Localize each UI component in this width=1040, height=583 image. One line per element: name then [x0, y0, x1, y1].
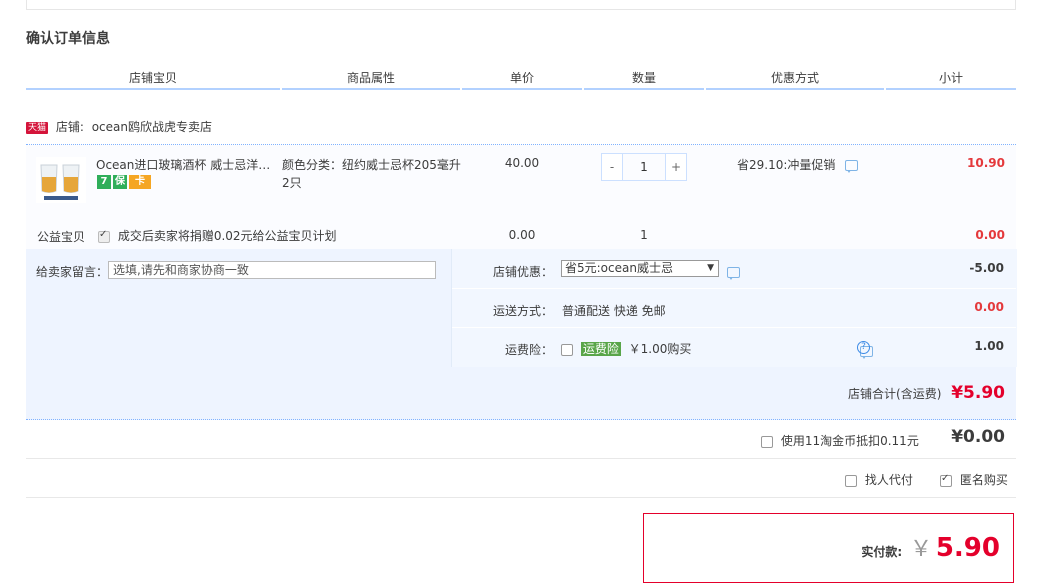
header-unit-price: 单价	[509, 71, 534, 85]
guarantee-icon[interactable]: 保	[113, 175, 127, 189]
shop-total-label: 店铺合计(含运费)	[848, 387, 942, 401]
credit-card-icon[interactable]: 卡	[129, 175, 151, 189]
discount-label: 省29.10:冲量促销	[737, 158, 836, 172]
header-discount: 优惠方式	[770, 71, 819, 85]
insurance-option: 运费险 ￥1.00购买	[561, 340, 691, 357]
quantity-increase-button[interactable]: +	[666, 154, 686, 180]
product-thumbnail[interactable]	[36, 157, 86, 203]
discount-text: 省29.10:冲量促销	[737, 156, 859, 173]
shop-total: 店铺合计(含运费) ¥5.90	[700, 383, 1005, 403]
insurance-checkbox[interactable]	[561, 343, 573, 356]
shipping-label: 运送方式：	[493, 304, 554, 318]
dropdown-arrow-icon: ▼	[707, 263, 714, 273]
message-label: 给卖家留言：	[36, 265, 109, 279]
row-divider	[452, 288, 1016, 289]
payment-currency: ￥	[910, 537, 933, 562]
chat-icon[interactable]	[727, 267, 740, 280]
shop-row: 天猫 店铺: ocean鸥欣战虎专卖店	[26, 118, 212, 135]
proxy-pay-checkbox[interactable]	[845, 474, 857, 487]
coins-label: 使用11淘金币抵扣0.11元	[780, 434, 919, 448]
divider	[26, 458, 1016, 459]
header-separator	[704, 88, 706, 90]
anonymous-checkbox[interactable]	[940, 473, 952, 487]
shop-label: 店铺:	[55, 120, 84, 134]
charity-price: 0.00	[508, 228, 536, 242]
coins-option: 使用11淘金币抵扣0.11元	[761, 432, 919, 449]
insurance-tag: 运费险	[580, 342, 621, 356]
coins-checkbox[interactable]	[761, 435, 773, 448]
seven-day-return-icon[interactable]: 7	[97, 175, 111, 189]
insurance-label: 运费险：	[505, 343, 554, 357]
shop-discount-amount: -5.00	[969, 261, 1004, 275]
shop-discount-selected: 省5元:ocean威士忌	[565, 261, 673, 275]
product-attribute-qty: 2只	[282, 176, 302, 190]
payment-value: 5.90	[935, 533, 1000, 563]
product-title-link[interactable]: Ocean进口玻璃酒杯 威士忌洋酒杯家用	[96, 156, 276, 173]
payment-label: 实付款:	[861, 545, 903, 559]
proxy-pay-option: 找人代付	[845, 471, 913, 488]
top-container-edge	[26, 0, 1016, 10]
proxy-pay-label: 找人代付	[864, 473, 913, 487]
anonymous-option: 匿名购买	[940, 471, 1008, 488]
charity-text: 成交后卖家将捐赠0.02元给公益宝贝计划	[117, 229, 337, 243]
help-icon[interactable]: ?	[857, 341, 870, 354]
charity-qty: 1	[640, 228, 648, 242]
coins-value: ¥0.00	[951, 427, 1005, 447]
shop-discount-select[interactable]: 省5元:ocean威士忌 ▼	[561, 260, 719, 277]
charity-option: 成交后卖家将捐赠0.02元给公益宝贝计划	[98, 227, 337, 244]
row-divider	[452, 327, 1016, 328]
shipping-method: 普通配送 快递 免邮	[562, 304, 666, 318]
shipping-amount: 0.00	[974, 300, 1004, 314]
header-separator	[582, 88, 584, 90]
charity-subtotal: 0.00	[975, 228, 1005, 242]
header-separator	[460, 88, 462, 90]
service-icons: 7保卡	[97, 175, 153, 189]
tmall-badge-icon: 天猫	[26, 121, 49, 134]
header-quantity: 数量	[631, 71, 656, 85]
message-input[interactable]: 选填,请先和商家协商一致	[108, 261, 436, 279]
header-separator	[280, 88, 282, 90]
item-subtotal: 10.90	[967, 156, 1005, 170]
product-attribute: 颜色分类：纽约威士忌杯205毫升	[282, 158, 461, 172]
payment-total: 实付款: ￥ 5.90	[650, 531, 1000, 563]
quantity-decrease-button[interactable]: -	[602, 154, 622, 180]
shop-discount-label: 店铺优惠：	[493, 265, 554, 279]
charity-checkbox	[98, 229, 110, 243]
anonymous-label: 匿名购买	[959, 473, 1008, 487]
divider	[26, 497, 1016, 498]
shop-name-link[interactable]: ocean鸥欣战虎专卖店	[92, 120, 212, 134]
unit-price: 40.00	[504, 156, 540, 170]
header-attributes: 商品属性	[346, 71, 395, 85]
section-title: 确认订单信息	[26, 31, 110, 47]
quantity-stepper: - 1 +	[601, 153, 687, 181]
quantity-input[interactable]: 1	[622, 154, 666, 180]
header-shop-item: 店铺宝贝	[128, 71, 177, 85]
insurance-amount: 1.00	[974, 339, 1004, 353]
shop-total-value: ¥5.90	[951, 383, 1005, 403]
charity-label: 公益宝贝	[37, 230, 86, 244]
header-subtotal: 小计	[938, 71, 963, 85]
insurance-price: ￥1.00购买	[628, 342, 692, 356]
header-underline	[26, 88, 1016, 90]
header-separator	[884, 88, 886, 90]
chat-icon[interactable]	[845, 160, 859, 173]
